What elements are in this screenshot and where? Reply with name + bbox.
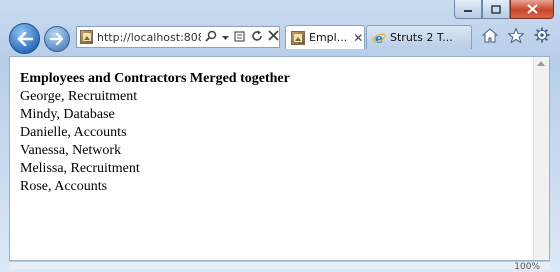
vertical-scrollbar[interactable] <box>533 57 549 260</box>
minimize-icon <box>464 10 472 12</box>
page-favicon-icon <box>291 30 305 45</box>
home-icon[interactable] <box>482 27 498 43</box>
list-item: Danielle, Accounts <box>20 125 127 140</box>
list-item: Vanessa, Network <box>20 143 122 158</box>
browser-window: http://localhost:808 Empl... ✕ e Struts … <box>0 0 560 272</box>
tab-label: Struts 2 T... <box>390 31 453 44</box>
list-item: George, Recruitment <box>20 89 138 104</box>
address-bar[interactable]: http://localhost:808 <box>76 26 280 48</box>
address-url[interactable]: http://localhost:808 <box>97 31 201 44</box>
search-icon[interactable] <box>205 30 217 45</box>
page-content: Employees and Contractors Merged togethe… <box>9 56 550 261</box>
ie-logo-icon: e <box>372 32 386 45</box>
minimize-button[interactable] <box>454 0 482 19</box>
toolbar-icons <box>482 27 550 43</box>
stop-icon[interactable] <box>268 30 279 44</box>
forward-arrow-icon <box>50 33 64 45</box>
star-icon[interactable] <box>508 27 524 43</box>
dropdown-arrow-icon[interactable] <box>222 30 229 44</box>
window-caption-buttons <box>454 0 554 20</box>
tab-label: Empl... <box>309 31 348 44</box>
tab-struts[interactable]: e Struts 2 T... <box>366 25 472 49</box>
list-item: Melissa, Recruitment <box>20 161 140 176</box>
back-button[interactable] <box>9 23 40 54</box>
scroll-up-arrow-icon[interactable] <box>537 61 545 66</box>
tab-employees[interactable]: Empl... ✕ <box>285 25 365 49</box>
list-item: Rose, Accounts <box>20 179 108 194</box>
list-item: Mindy, Database <box>20 107 115 122</box>
maximize-icon <box>491 4 501 14</box>
close-icon <box>526 4 538 14</box>
compatibility-view-icon[interactable] <box>234 30 246 45</box>
navigation-bar: http://localhost:808 Empl... ✕ e Struts … <box>0 22 560 54</box>
forward-button[interactable] <box>44 26 70 52</box>
zoom-level[interactable]: 100% <box>514 262 540 272</box>
page-favicon-icon <box>80 30 93 44</box>
page-heading: Employees and Contractors Merged togethe… <box>20 71 290 86</box>
close-tab-icon[interactable]: ✕ <box>353 31 363 45</box>
back-arrow-icon <box>17 31 33 46</box>
gear-icon[interactable] <box>534 27 550 43</box>
page-text: Employees and Contractors Merged togethe… <box>20 70 290 196</box>
refresh-icon[interactable] <box>251 30 263 45</box>
close-window-button[interactable] <box>510 0 554 19</box>
maximize-button[interactable] <box>482 0 510 19</box>
